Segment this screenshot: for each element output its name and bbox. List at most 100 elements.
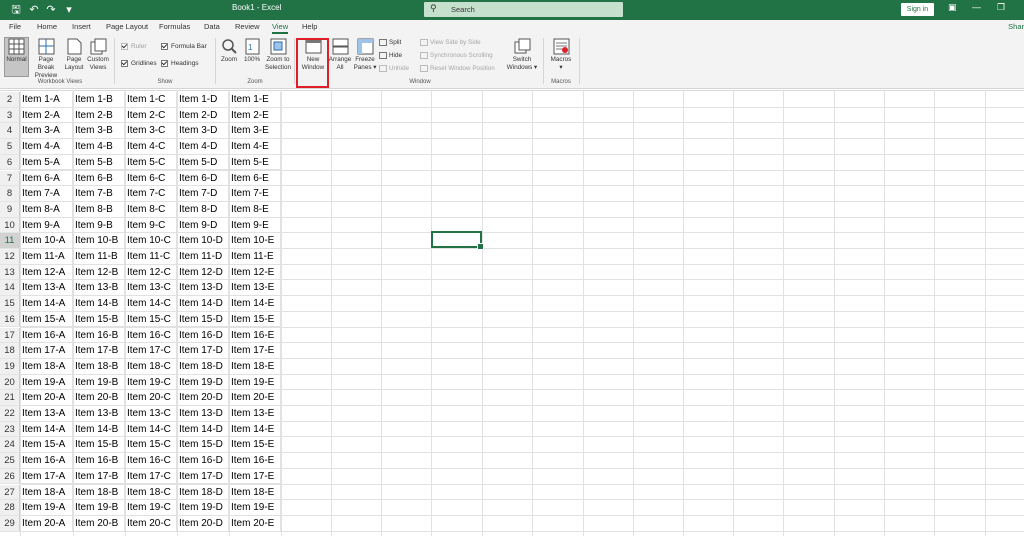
table-cell[interactable]: Item 12-B (73, 264, 125, 281)
table-cell[interactable]: Item 6-D (177, 170, 229, 187)
table-cell[interactable]: Item 3-E (229, 123, 281, 140)
table-cell[interactable]: Item 14-C (125, 421, 177, 438)
table-cell[interactable]: Item 19-E (229, 374, 281, 391)
zoom-100-button[interactable]: 1 100% (242, 38, 262, 64)
row-header[interactable]: 26 (0, 468, 20, 485)
row-header[interactable]: 16 (0, 311, 20, 328)
table-cell[interactable]: Item 1-D (177, 92, 229, 108)
table-cell[interactable]: Item 5-E (229, 154, 281, 171)
row-header[interactable]: 18 (0, 343, 20, 359)
table-cell[interactable]: Item 20-C (125, 515, 177, 532)
table-cell[interactable]: Item 19-B (73, 500, 125, 516)
unhide-button[interactable]: Unhide (379, 65, 409, 72)
table-cell[interactable]: Item 10-C (125, 233, 177, 249)
table-cell[interactable]: Item 20-D (177, 390, 229, 406)
table-cell[interactable]: Item 15-B (73, 311, 125, 328)
table-cell[interactable]: Item 5-D (177, 154, 229, 171)
table-cell[interactable]: Item 6-C (125, 170, 177, 187)
row-header[interactable]: 12 (0, 249, 20, 265)
sign-in-button[interactable]: Sign in (901, 3, 934, 16)
table-cell[interactable]: Item 19-D (177, 500, 229, 516)
table-cell[interactable]: Item 14-A (20, 421, 73, 438)
table-cell[interactable]: Item 20-A (20, 515, 73, 532)
row-header[interactable]: 8 (0, 186, 20, 202)
table-cell[interactable]: Item 14-D (177, 421, 229, 438)
restore-icon[interactable]: ❐ (997, 2, 1005, 13)
table-cell[interactable]: Item 10-B (73, 233, 125, 249)
table-cell[interactable]: Item 19-D (177, 374, 229, 391)
table-cell[interactable]: Item 9-A (20, 217, 73, 234)
active-cell-selection[interactable] (431, 231, 484, 250)
table-cell[interactable]: Item 5-B (73, 154, 125, 171)
table-cell[interactable]: Item 16-B (73, 327, 125, 344)
tab-home[interactable]: Home (37, 22, 57, 31)
macros-button[interactable]: Macros ▾ (547, 38, 575, 72)
table-cell[interactable]: Item 17-A (20, 468, 73, 485)
row-header[interactable]: 9 (0, 201, 20, 218)
row-header[interactable]: 15 (0, 296, 20, 312)
row-header[interactable]: 22 (0, 406, 20, 422)
undo-icon[interactable]: ↶ (27, 3, 41, 17)
share-button[interactable]: Shar (1008, 22, 1024, 31)
table-cell[interactable]: Item 11-E (229, 249, 281, 265)
table-cell[interactable]: Item 17-B (73, 343, 125, 359)
ruler-checkbox[interactable]: Ruler (121, 43, 147, 50)
page-layout-button[interactable]: Page Layout (63, 38, 85, 72)
table-cell[interactable]: Item 18-B (73, 358, 125, 375)
table-cell[interactable]: Item 20-C (125, 390, 177, 406)
row-header[interactable]: 10 (0, 217, 20, 234)
redo-icon[interactable]: ↷ (44, 3, 58, 17)
table-cell[interactable]: Item 16-B (73, 453, 125, 469)
hide-button[interactable]: Hide (379, 52, 402, 59)
table-cell[interactable]: Item 13-A (20, 280, 73, 297)
row-header[interactable]: 28 (0, 500, 20, 516)
row-header[interactable]: 2 (0, 92, 20, 108)
table-cell[interactable]: Item 18-E (229, 484, 281, 501)
table-cell[interactable]: Item 14-D (177, 296, 229, 312)
table-cell[interactable]: Item 17-D (177, 468, 229, 485)
table-cell[interactable]: Item 14-B (73, 296, 125, 312)
zoom-to-selection-button[interactable]: Zoom to Selection (263, 38, 293, 72)
table-cell[interactable]: Item 16-C (125, 327, 177, 344)
table-cell[interactable]: Item 13-B (73, 280, 125, 297)
row-header[interactable]: 20 (0, 374, 20, 391)
table-cell[interactable]: Item 19-E (229, 500, 281, 516)
split-button[interactable]: Split (379, 39, 401, 46)
table-cell[interactable]: Item 6-A (20, 170, 73, 187)
table-cell[interactable]: Item 20-E (229, 515, 281, 532)
table-cell[interactable]: Item 3-C (125, 123, 177, 140)
table-cell[interactable]: Item 10-E (229, 233, 281, 249)
table-cell[interactable]: Item 20-E (229, 390, 281, 406)
table-cell[interactable]: Item 15-E (229, 437, 281, 454)
table-cell[interactable]: Item 16-D (177, 453, 229, 469)
table-cell[interactable]: Item 15-A (20, 311, 73, 328)
table-cell[interactable]: Item 9-E (229, 217, 281, 234)
table-cell[interactable]: Item 16-A (20, 327, 73, 344)
table-cell[interactable]: Item 8-D (177, 201, 229, 218)
headings-checkbox[interactable]: Headings (161, 60, 198, 67)
table-cell[interactable]: Item 18-A (20, 358, 73, 375)
table-cell[interactable]: Item 14-E (229, 296, 281, 312)
table-cell[interactable]: Item 15-C (125, 311, 177, 328)
save-icon[interactable]: 🖫 (9, 3, 23, 17)
worksheet-grid[interactable]: 2 Item 1-A Item 1-B Item 1-C Item 1-D Item 1-… (0, 90, 1024, 536)
row-header[interactable]: 7 (0, 170, 20, 187)
table-cell[interactable]: Item 5-A (20, 154, 73, 171)
table-cell[interactable]: Item 15-C (125, 437, 177, 454)
table-cell[interactable]: Item 14-C (125, 296, 177, 312)
table-cell[interactable]: Item 4-E (229, 139, 281, 155)
table-cell[interactable]: Item 12-C (125, 264, 177, 281)
table-cell[interactable]: Item 18-B (73, 484, 125, 501)
table-cell[interactable]: Item 4-B (73, 139, 125, 155)
table-cell[interactable]: Item 18-D (177, 358, 229, 375)
table-cell[interactable]: Item 7-D (177, 186, 229, 202)
table-cell[interactable]: Item 17-C (125, 343, 177, 359)
table-cell[interactable]: Item 14-E (229, 421, 281, 438)
table-cell[interactable]: Item 18-D (177, 484, 229, 501)
table-cell[interactable]: Item 13-E (229, 406, 281, 422)
tab-page-layout[interactable]: Page Layout (106, 22, 148, 31)
table-cell[interactable]: Item 11-B (73, 249, 125, 265)
table-cell[interactable]: Item 2-E (229, 107, 281, 124)
table-cell[interactable]: Item 8-C (125, 201, 177, 218)
table-cell[interactable]: Item 17-A (20, 343, 73, 359)
